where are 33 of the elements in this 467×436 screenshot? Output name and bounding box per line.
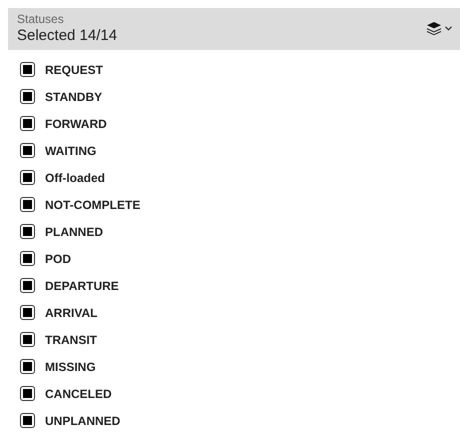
status-label: REQUEST — [45, 62, 104, 78]
checkbox[interactable] — [20, 386, 35, 401]
status-label: ARRIVAL — [45, 304, 98, 322]
statuses-dropdown[interactable]: Statuses Selected 14/14 — [8, 8, 460, 50]
checkbox[interactable] — [20, 62, 35, 77]
status-label: NOT-COMPLETE — [45, 196, 140, 214]
checkbox[interactable] — [20, 116, 35, 131]
checkbox[interactable] — [20, 197, 35, 212]
status-label: FORWARD — [45, 116, 107, 132]
status-label: UNPLANNED — [45, 412, 120, 430]
checkbox[interactable] — [20, 143, 35, 158]
dropdown-value: Selected 14/14 — [17, 26, 118, 45]
checkbox[interactable] — [20, 89, 35, 104]
dropdown-label: Statuses — [17, 12, 64, 26]
checkbox[interactable] — [20, 413, 35, 428]
status-label: DEPARTURE — [45, 278, 119, 294]
checkbox[interactable] — [20, 251, 35, 266]
status-label: Off-loaded — [45, 170, 105, 186]
status-label: CANCELED — [45, 386, 112, 402]
status-label: MISSING — [45, 358, 96, 376]
status-label: PLANNED — [45, 224, 104, 240]
checkbox[interactable] — [20, 170, 35, 185]
status-label: POD — [45, 250, 72, 268]
checkbox[interactable] — [20, 332, 35, 347]
checkbox[interactable] — [20, 278, 35, 293]
status-label: WAITING — [45, 142, 96, 160]
checkbox[interactable] — [20, 305, 35, 320]
checkbox[interactable] — [20, 359, 35, 374]
checkbox[interactable] — [20, 224, 35, 239]
layers-icon — [427, 22, 441, 35]
chevron-down-icon — [445, 26, 452, 31]
status-label: TRANSIT — [45, 332, 97, 348]
status-label: STANDBY — [45, 88, 102, 106]
